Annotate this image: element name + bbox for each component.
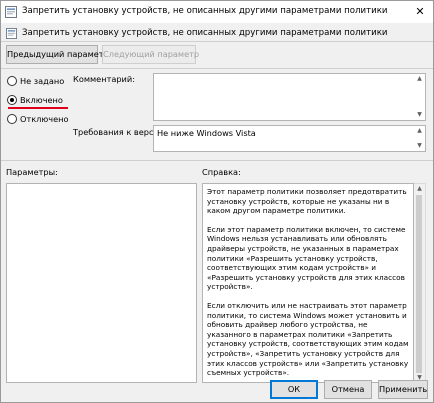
divider xyxy=(1,160,433,161)
divider xyxy=(1,41,433,42)
help-paragraph: Этот параметр политики позволяет предотв… xyxy=(207,187,407,216)
comment-label: Комментарий: xyxy=(73,74,135,84)
radio-circle[interactable] xyxy=(7,95,17,105)
scrollbar-thumb[interactable] xyxy=(416,195,422,373)
radio-label[interactable]: Не задано xyxy=(20,76,64,86)
policy-settings-icon xyxy=(6,28,17,39)
scroll-up-icon[interactable]: ▲ xyxy=(415,75,424,83)
help-paragraph: Если этот параметр политики включен, то … xyxy=(207,224,406,292)
radio-label[interactable]: Отключено xyxy=(20,114,69,124)
options-panel xyxy=(6,183,197,383)
close-button[interactable]: ✕ xyxy=(411,3,429,21)
policy-name: Запретить установку устройств, не описан… xyxy=(22,28,388,38)
previous-setting-button[interactable]: Предыдущий параметр xyxy=(6,45,109,64)
radio-circle[interactable] xyxy=(7,76,17,86)
help-scrollbar[interactable]: ▲ ▼ xyxy=(414,183,426,383)
scroll-up-icon[interactable]: ▲ xyxy=(414,185,425,192)
supported-on-box[interactable]: Не ниже Windows Vista ▲ ▼ xyxy=(153,125,426,152)
radio-label[interactable]: Включено xyxy=(20,95,63,105)
ok-button[interactable]: ОК xyxy=(270,380,318,399)
next-setting-button[interactable]: Следующий параметр xyxy=(102,45,199,64)
scroll-down-icon[interactable]: ▼ xyxy=(415,142,424,150)
red-underline-annotation xyxy=(8,107,68,109)
scroll-up-icon[interactable]: ▲ xyxy=(415,127,424,135)
options-label: Параметры: xyxy=(6,167,58,177)
scroll-down-icon[interactable]: ▼ xyxy=(415,111,424,119)
supported-on-value: Не ниже Windows Vista xyxy=(157,128,256,138)
radio-circle[interactable] xyxy=(7,114,17,124)
help-paragraph: Если отключить или не настраивать этот п… xyxy=(207,300,409,378)
policy-dialog: Запретить установку устройств, не описан… xyxy=(0,0,434,403)
help-label: Справка: xyxy=(202,167,241,177)
policy-settings-icon xyxy=(5,6,17,18)
apply-button[interactable]: Применить xyxy=(378,380,428,399)
help-text-panel: Этот параметр политики позволяет предотв… xyxy=(202,183,414,383)
window-title: Запретить установку устройств, не описан… xyxy=(22,6,388,16)
title-bar[interactable]: Запретить установку устройств, не описан… xyxy=(1,1,433,23)
cancel-button[interactable]: Отмена xyxy=(324,380,372,399)
divider xyxy=(1,68,433,69)
comment-textbox[interactable]: ▲ ▼ xyxy=(153,73,426,121)
close-icon: ✕ xyxy=(415,5,425,18)
